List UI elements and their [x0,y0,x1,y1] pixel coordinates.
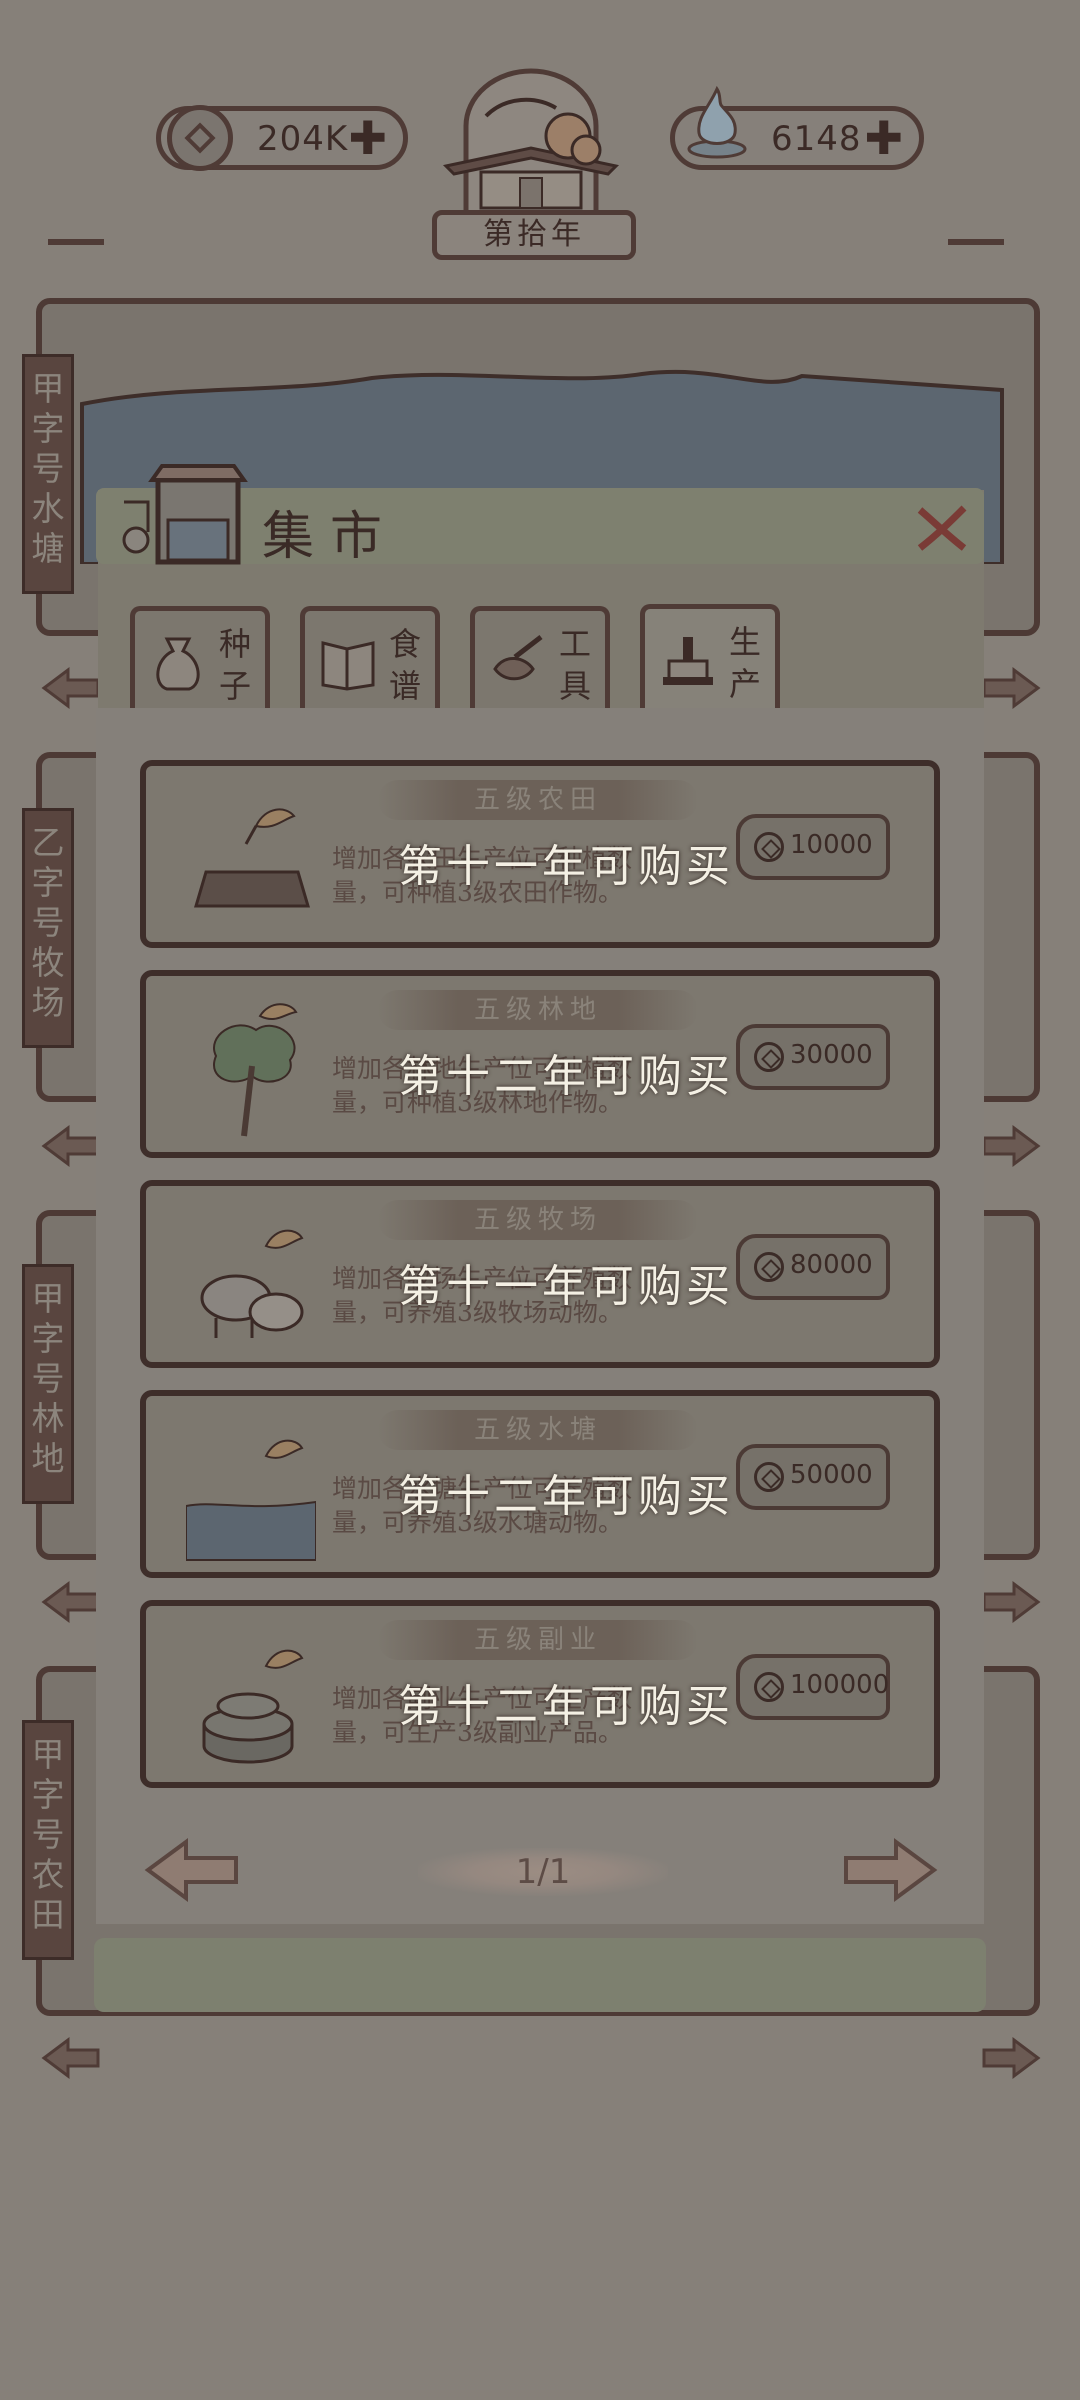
tab-tools[interactable]: 工 具 [470,606,610,710]
coin-icon [754,832,784,862]
list-item[interactable]: 五级农田 增加各农田生产位可种植数 量，可种植3级农田作物。 第十一年可购买 10… [140,760,940,948]
tab-label: 谱 [389,667,422,705]
production-icon [663,637,713,685]
plot-label-forest: 甲字号林地 [22,1264,74,1504]
unlock-requirement: 第十二年可购买 [398,1051,734,1102]
page-indicator: 1/1 [418,1848,668,1896]
coin-icon [754,1252,784,1282]
item-name: 五级林地 [473,995,602,1025]
list-item[interactable]: 五级牧场 增加各牧场生产位可养殖数 量，可养殖3级牧场动物。 第十一年可购买 80… [140,1180,940,1368]
coin-counter[interactable]: 204K ✚ [156,105,408,171]
coin-amount: 204K [257,119,349,159]
prev-page-icon[interactable] [142,1838,242,1902]
scroll-left-icon [48,239,104,245]
list-item[interactable]: 五级林地 增加各林地生产位可种植数 量，可种植3级林地作物。 第十二年可购买 30… [140,970,940,1158]
modal-title: 集市 [262,507,399,567]
tab-label: 子 [219,667,252,705]
unlock-requirement: 第十二年可购买 [398,1681,734,1732]
homestead-emblem-icon [442,68,620,216]
tab-label: 食 [389,625,422,663]
add-water-button[interactable]: ✚ [864,113,903,163]
copper-coin-icon [167,105,233,171]
pond-icon [186,1439,316,1561]
price-tag[interactable]: 100000 [736,1654,890,1720]
unlock-requirement: 第十一年可购买 [398,841,734,892]
unlock-requirement: 第十二年可购买 [398,1471,734,1522]
tools-icon [493,635,543,681]
plot-label-pond: 甲字号水塘 [22,354,74,594]
scroll-left-icon[interactable] [40,1124,100,1168]
price-tag[interactable]: 80000 [736,1234,890,1300]
field-icon [193,808,311,908]
water-counter[interactable]: 6148 ✚ [670,85,924,170]
coin-icon [754,1042,784,1072]
tree-icon [213,1003,298,1137]
unlock-requirement: 第十一年可购买 [398,1261,734,1312]
price-value: 10000 [790,830,873,860]
list-item[interactable]: 五级副业 增加各副业生产位可生产数 量，可生产3级副业产品。 第十二年可购买 10… [140,1600,940,1788]
tab-label: 具 [559,667,592,705]
tab-production[interactable]: 生 产 [640,604,780,720]
item-name: 五级牧场 [473,1205,602,1235]
scroll-right-icon[interactable] [982,1124,1042,1168]
millstone-icon [202,1649,304,1764]
scroll-left-icon[interactable] [40,1580,100,1624]
close-icon[interactable] [912,500,972,556]
scroll-right-icon[interactable] [982,2036,1042,2080]
price-value: 80000 [790,1250,873,1280]
price-tag[interactable]: 50000 [736,1444,890,1510]
next-page-icon[interactable] [840,1838,940,1902]
market-stall-icon [122,464,248,565]
livestock-icon [200,1229,304,1338]
item-name: 五级水塘 [473,1415,602,1445]
add-coins-button[interactable]: ✚ [348,113,387,163]
scroll-left-icon[interactable] [40,666,100,710]
scroll-right-icon[interactable] [982,666,1042,710]
price-value: 50000 [790,1460,873,1490]
modal-bottom-scroll [94,1938,986,2012]
price-value: 30000 [790,1040,873,1070]
seed-bag-icon [156,637,200,691]
price-tag[interactable]: 30000 [736,1024,890,1090]
scroll-right-icon[interactable] [982,1580,1042,1624]
price-value: 100000 [790,1670,890,1700]
item-name: 五级副业 [473,1625,602,1655]
coin-icon [754,1672,784,1702]
water-amount: 6148 [771,119,862,159]
list-item[interactable]: 五级水塘 增加各水塘生产位可养殖数 量，可养殖3级水塘动物。 第十二年可购买 50… [140,1390,940,1578]
tab-label: 种 [219,625,252,663]
scroll-right-icon [948,239,1004,245]
tab-recipes[interactable]: 食 谱 [300,606,440,710]
tab-label: 产 [729,665,762,703]
tab-seeds[interactable]: 种 子 [130,606,270,710]
coin-icon [754,1462,784,1492]
price-tag[interactable]: 10000 [736,814,890,880]
current-year-label: 第拾年 [432,210,636,260]
water-drop-icon [687,85,747,159]
item-name: 五级农田 [473,785,602,815]
plot-label-pasture: 乙字号牧场 [22,808,74,1048]
recipe-book-icon [321,641,375,691]
plot-label-farmland: 甲字号农田 [22,1720,74,1960]
scroll-left-icon[interactable] [40,2036,100,2080]
tab-label: 工 [559,625,592,663]
tab-label: 生 [729,623,762,661]
